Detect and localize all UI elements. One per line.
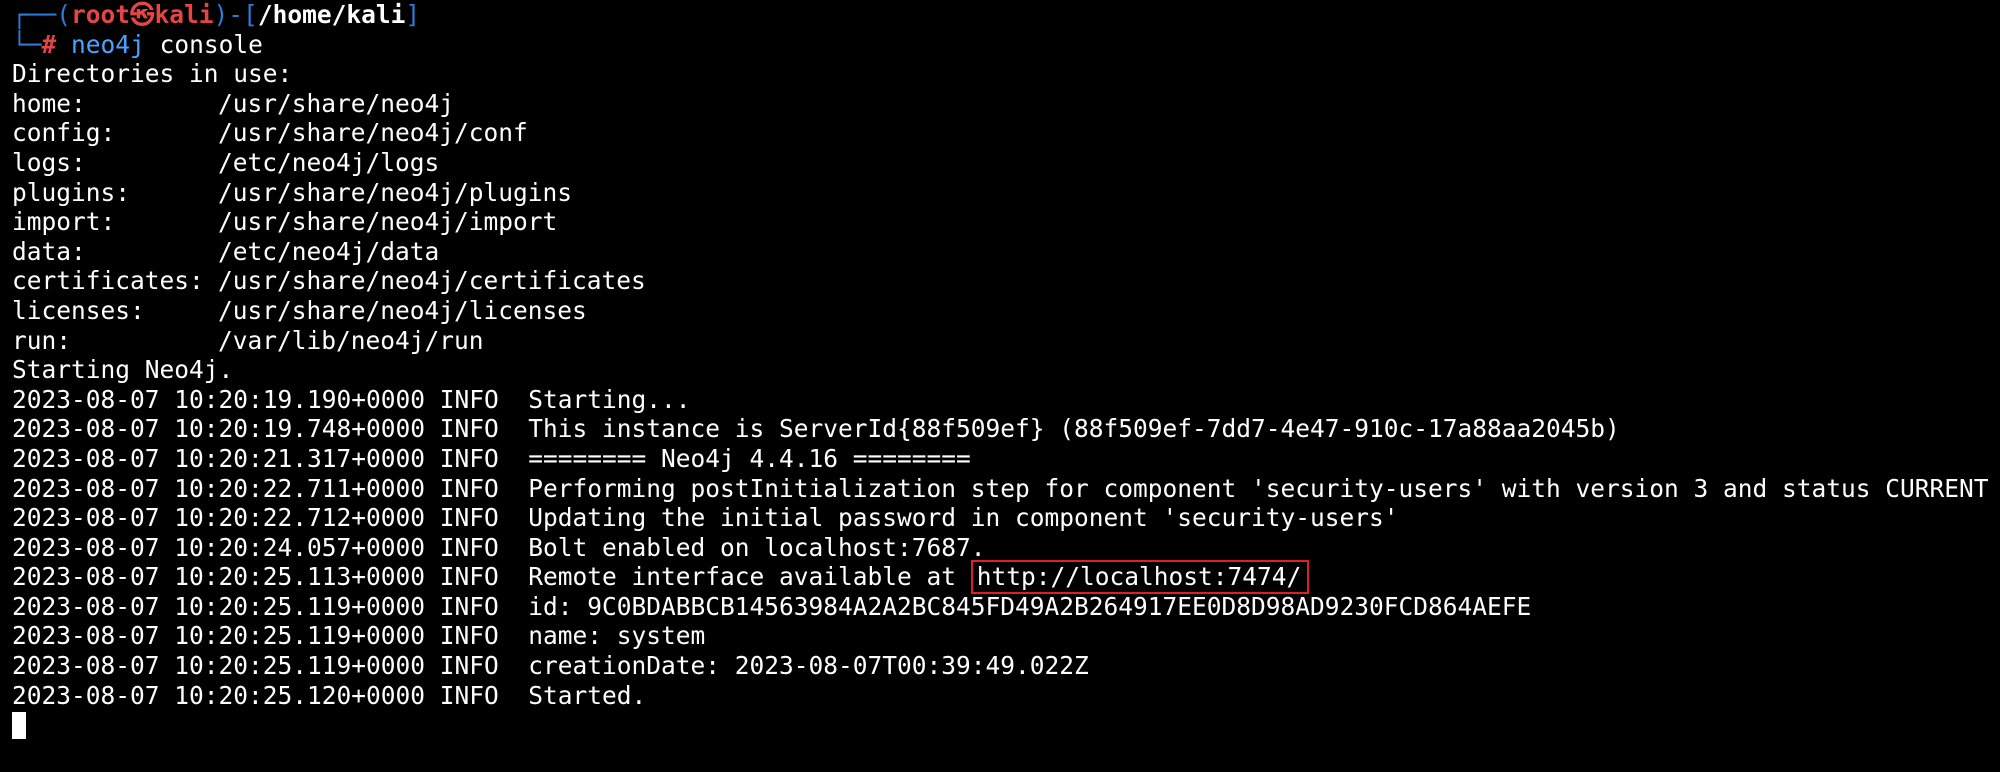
prompt-frame-mid: )-[ bbox=[213, 0, 258, 29]
directory-path: /etc/neo4j/logs bbox=[218, 147, 440, 177]
directory-label: data: bbox=[12, 236, 86, 266]
starting-text: Starting Neo4j. bbox=[12, 355, 234, 385]
log-line: 2023-08-07 10:20:24.057+0000 INFO Bolt e… bbox=[12, 532, 986, 562]
directory-row: config: /usr/share/neo4j/conf bbox=[12, 118, 2000, 148]
directory-path: /usr/share/neo4j bbox=[218, 88, 455, 118]
prompt-host: kali bbox=[154, 0, 214, 29]
directory-path: /usr/share/neo4j/plugins bbox=[218, 177, 573, 207]
directory-row: import: /usr/share/neo4j/import bbox=[12, 207, 2000, 237]
terminal-window[interactable]: ┌──(root㉿kali)-[/home/kali] └─# neo4j co… bbox=[0, 0, 2000, 772]
directory-label: licenses: bbox=[12, 295, 145, 325]
directory-label: import: bbox=[12, 207, 116, 237]
prompt-hash: # bbox=[41, 29, 57, 59]
log-line: 2023-08-07 10:20:21.317+0000 INFO ======… bbox=[12, 443, 971, 473]
log-line: 2023-08-07 10:20:22.712+0000 INFO Updati… bbox=[12, 503, 1399, 533]
directory-path: /usr/share/neo4j/certificates bbox=[218, 266, 646, 296]
directories-header: Directories in use: bbox=[12, 59, 293, 89]
directory-row: logs: /etc/neo4j/logs bbox=[12, 148, 2000, 178]
directory-path: /usr/share/neo4j/import bbox=[218, 207, 558, 237]
log-line: 2023-08-07 10:20:25.120+0000 INFO Starte… bbox=[12, 680, 647, 710]
terminal-cursor bbox=[12, 712, 26, 740]
directory-row: home: /usr/share/neo4j bbox=[12, 89, 2000, 119]
command-line: └─# neo4j console bbox=[12, 30, 2000, 60]
skull-icon: ㉿ bbox=[130, 0, 155, 29]
directory-path: /usr/share/neo4j/licenses bbox=[218, 295, 587, 325]
directory-row: licenses: /usr/share/neo4j/licenses bbox=[12, 296, 2000, 326]
remote-interface-text: 2023-08-07 10:20:25.113+0000 INFO Remote… bbox=[12, 562, 957, 592]
prompt-user: root bbox=[71, 0, 131, 29]
prompt-frame-bottom: └─ bbox=[12, 29, 42, 59]
directory-path: /usr/share/neo4j/conf bbox=[218, 118, 528, 148]
log-line: 2023-08-07 10:20:25.119+0000 INFO creati… bbox=[12, 651, 1089, 681]
directory-label: logs: bbox=[12, 147, 86, 177]
command-name: neo4j bbox=[71, 29, 145, 59]
directory-row: data: /etc/neo4j/data bbox=[12, 237, 2000, 267]
log-line: 2023-08-07 10:20:19.748+0000 INFO This i… bbox=[12, 414, 1620, 444]
log-line: 2023-08-07 10:20:25.119+0000 INFO name: … bbox=[12, 621, 706, 651]
log-line: 2023-08-07 10:20:22.711+0000 INFO Perfor… bbox=[12, 473, 1989, 503]
directory-row: certificates: /usr/share/neo4j/certificat… bbox=[12, 266, 2000, 296]
log-line: 2023-08-07 10:20:19.190+0000 INFO Starti… bbox=[12, 384, 691, 414]
directory-row: run: /var/lib/neo4j/run bbox=[12, 326, 2000, 356]
prompt-path: /home/kali bbox=[257, 0, 406, 29]
prompt-frame-corner: ┌──( bbox=[12, 0, 72, 29]
directory-label: run: bbox=[12, 325, 72, 355]
directory-label: certificates: bbox=[12, 266, 204, 296]
directory-row: plugins: /usr/share/neo4j/plugins bbox=[12, 178, 2000, 208]
directory-path: /var/lib/neo4j/run bbox=[218, 325, 484, 355]
directory-label: config: bbox=[12, 118, 116, 148]
prompt-line-top: ┌──(root㉿kali)-[/home/kali] bbox=[12, 0, 2000, 30]
cursor-line[interactable] bbox=[12, 710, 2000, 740]
prompt-frame-close: ] bbox=[405, 0, 421, 29]
log-line-remote-interface: 2023-08-07 10:20:25.113+0000 INFO Remote… bbox=[12, 560, 2000, 594]
directory-label: plugins: bbox=[12, 177, 131, 207]
log-line: 2023-08-07 10:20:25.119+0000 INFO id: 9C… bbox=[12, 591, 1532, 621]
remote-interface-url[interactable]: http://localhost:7474/ bbox=[970, 560, 1310, 594]
directory-label: home: bbox=[12, 88, 86, 118]
directory-path: /etc/neo4j/data bbox=[218, 236, 440, 266]
command-args: console bbox=[159, 29, 263, 59]
